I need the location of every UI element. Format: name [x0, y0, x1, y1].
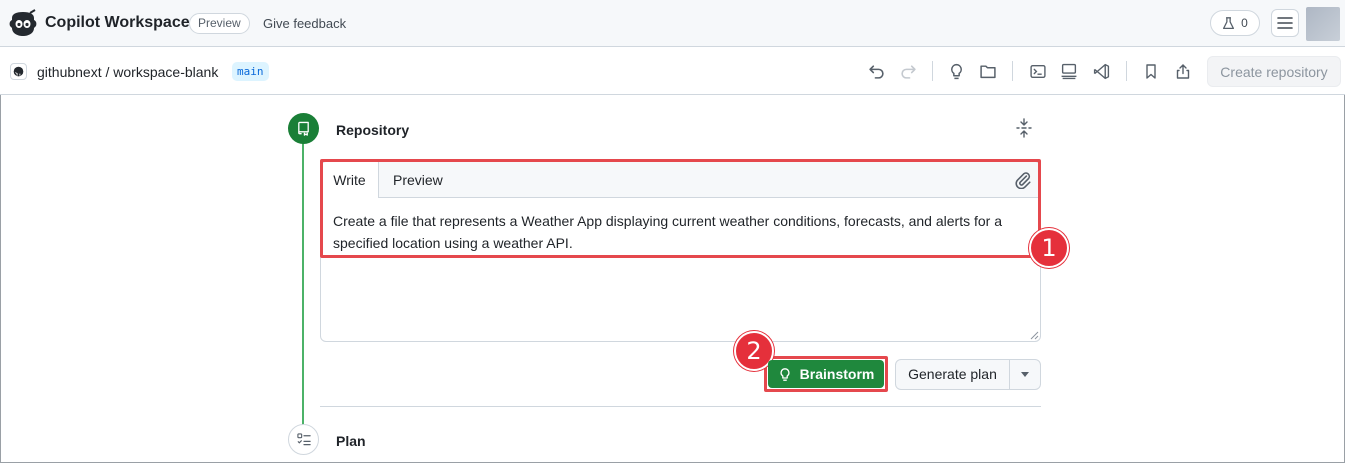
generate-plan-button[interactable]: Generate plan — [896, 360, 1010, 389]
plan-step-marker — [288, 424, 319, 455]
redo-button[interactable] — [898, 61, 918, 81]
undo-button[interactable] — [866, 61, 886, 81]
main-menu-button[interactable] — [1271, 9, 1299, 37]
redo-icon — [900, 64, 916, 79]
plan-section-title: Plan — [336, 433, 366, 449]
app-title: Copilot Workspace — [45, 14, 190, 31]
bookmark-button[interactable] — [1141, 61, 1161, 81]
preview-badge: Preview — [189, 13, 250, 34]
prompt-highlight-box — [320, 159, 1041, 258]
toolbar-divider — [1126, 61, 1127, 81]
repo-name[interactable]: githubnext / workspace-blank — [37, 64, 218, 80]
labs-button[interactable]: 0 — [1210, 10, 1260, 36]
lightbulb-icon — [780, 367, 790, 381]
hamburger-icon — [1277, 17, 1293, 29]
user-avatar[interactable] — [1306, 7, 1340, 41]
brainstorm-label: Brainstorm — [799, 366, 875, 382]
share-icon — [1176, 63, 1190, 79]
generate-plan-group: Generate plan — [895, 359, 1041, 390]
files-button[interactable] — [978, 61, 998, 81]
fold-icon[interactable] — [1015, 118, 1033, 138]
codespace-button[interactable] — [1059, 61, 1079, 81]
github-icon — [13, 66, 24, 77]
toolbar-divider — [932, 61, 933, 81]
vscode-icon — [1093, 63, 1109, 79]
generate-plan-dropdown[interactable] — [1010, 360, 1040, 389]
repository-bar: githubnext / workspace-blank main Create… — [0, 47, 1345, 95]
copilot-logo-icon[interactable] — [8, 9, 38, 39]
open-in-vscode-button[interactable] — [1091, 61, 1111, 81]
top-header: Copilot Workspace Preview Give feedback … — [0, 0, 1345, 47]
beaker-icon — [1223, 16, 1235, 29]
brainstorm-button[interactable]: Brainstorm — [768, 360, 884, 388]
branch-badge[interactable]: main — [232, 62, 269, 81]
toolbar-divider — [1012, 61, 1013, 81]
lightbulb-icon — [950, 63, 962, 79]
share-button[interactable] — [1173, 61, 1193, 81]
repository-step-marker — [288, 113, 319, 144]
section-divider — [320, 406, 1041, 407]
give-feedback-link[interactable]: Give feedback — [263, 16, 346, 31]
checklist-icon — [296, 433, 311, 446]
repo-owner-icon — [10, 63, 27, 80]
bookmark-icon — [1146, 63, 1156, 79]
repo-icon — [298, 121, 309, 136]
server-icon — [1061, 63, 1077, 79]
labs-count: 0 — [1241, 16, 1248, 30]
brainstorm-toolbar-button[interactable] — [946, 61, 966, 81]
terminal-icon — [1030, 64, 1046, 78]
undo-icon — [868, 64, 884, 79]
terminal-button[interactable] — [1028, 61, 1048, 81]
repository-section-title: Repository — [336, 122, 410, 138]
create-repository-button[interactable]: Create repository — [1207, 56, 1341, 87]
timeline-connector — [302, 143, 304, 425]
folder-icon — [980, 64, 996, 78]
resize-handle-icon[interactable] — [1030, 331, 1039, 340]
triangle-down-icon — [1021, 372, 1029, 377]
callout-1: 1 — [1029, 228, 1069, 268]
